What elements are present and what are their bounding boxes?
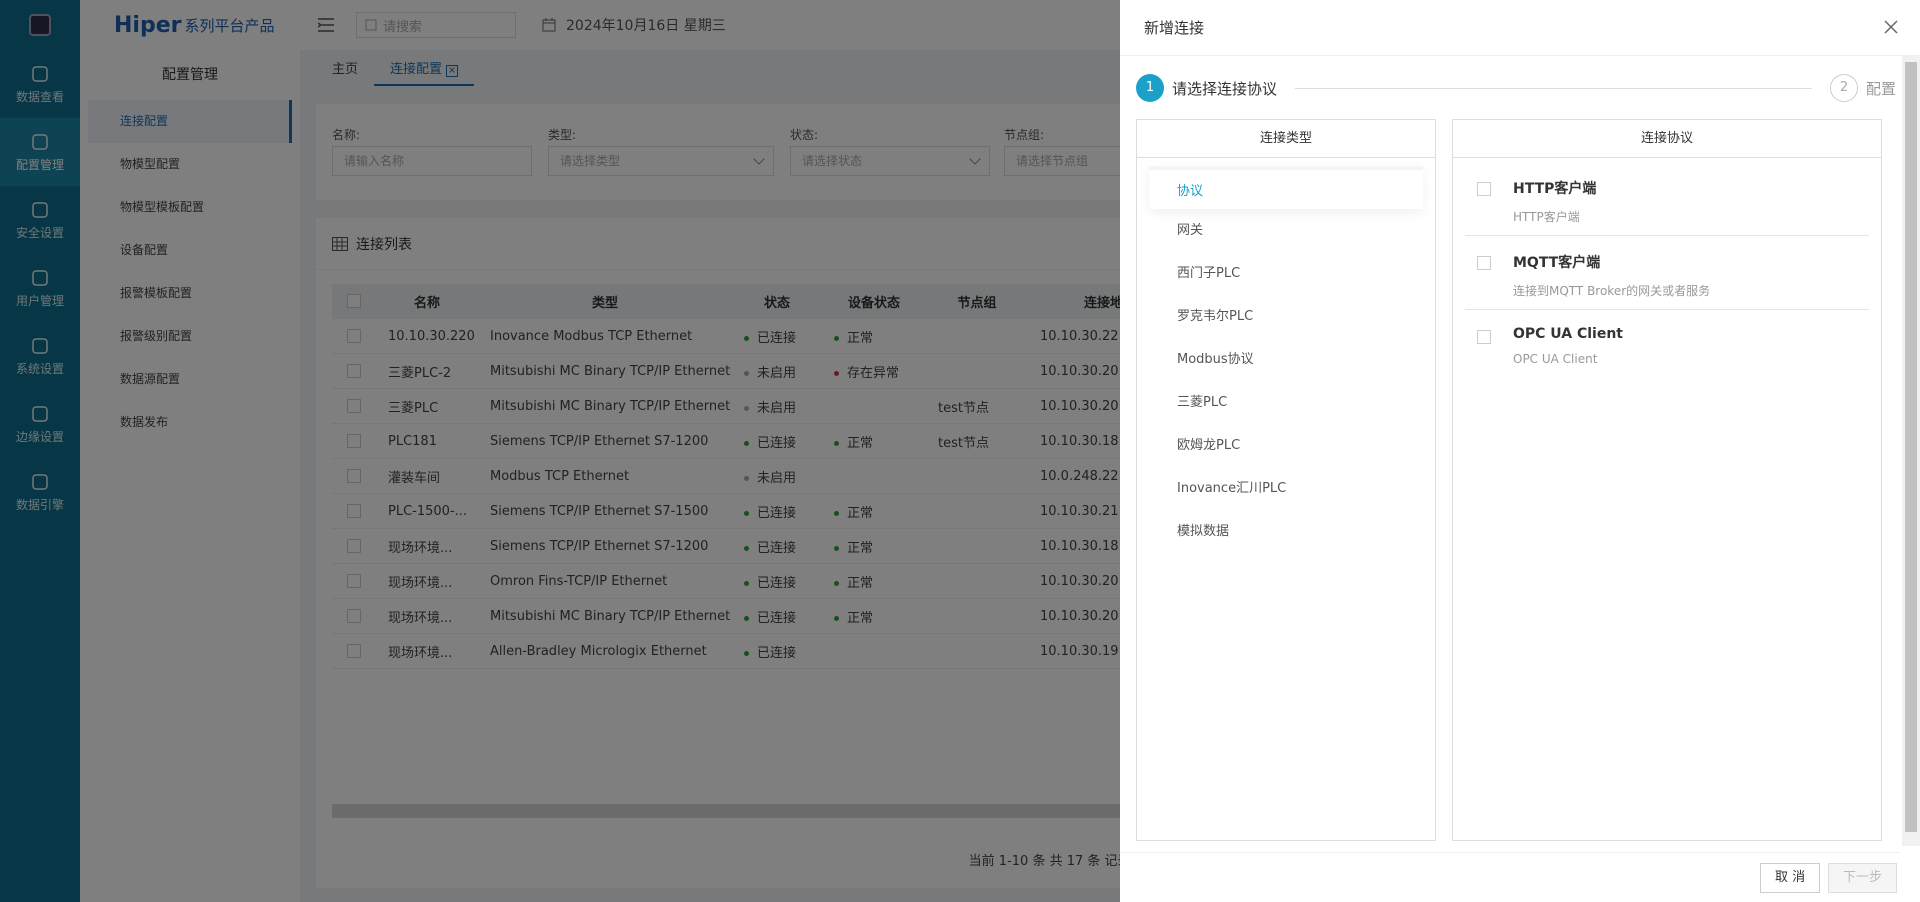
scrollbar-thumb[interactable]	[1905, 62, 1917, 832]
protocol-description: OPC UA Client	[1513, 352, 1598, 366]
step-2-circle: 2	[1829, 74, 1858, 102]
connection-type-item[interactable]: 罗克韦尔PLC	[1149, 295, 1423, 338]
connection-type-item[interactable]: 西门子PLC	[1149, 252, 1423, 295]
step-1-circle: 1	[1136, 74, 1164, 102]
connection-type-item[interactable]: 协议	[1149, 166, 1423, 209]
connection-type-title: 连接类型	[1137, 120, 1435, 158]
step-2-label: 配置	[1865, 79, 1896, 98]
connection-type-item[interactable]: 欧姆龙PLC	[1149, 424, 1423, 467]
connection-type-item[interactable]: 网关	[1149, 209, 1423, 252]
connection-type-item[interactable]: Modbus协议	[1149, 338, 1423, 381]
step-1-label: 请选择连接协议	[1172, 79, 1278, 98]
connection-type-item[interactable]: Inovance汇川PLC	[1149, 467, 1423, 510]
close-icon[interactable]	[1882, 18, 1900, 36]
connection-type-item[interactable]: 模拟数据	[1149, 510, 1423, 553]
drawer-footer: 取 消 下一步	[1120, 852, 1900, 902]
drawer-header: 新增连接	[1120, 0, 1920, 56]
connection-type-item[interactable]: 三菱PLC	[1149, 381, 1423, 424]
protocol-panel: 连接协议 HTTP客户端 HTTP客户端 MQTT客户端连接到MQTT Broker…	[1452, 119, 1882, 841]
step-indicator: 1 请选择连接协议 2 配置	[1136, 72, 1896, 104]
protocol-checkbox[interactable]	[1477, 330, 1491, 344]
protocol-option[interactable]: OPC UA Client OPC UA Client	[1465, 310, 1869, 376]
next-button[interactable]: 下一步	[1828, 863, 1898, 893]
protocol-checkbox[interactable]	[1477, 256, 1491, 270]
protocol-description: HTTP客户端	[1513, 210, 1580, 224]
connection-type-panel: 连接类型 协议 网关 西门子PLC 罗克韦尔PLC Modbus协议 三菱PLC 欧姆龙PL…	[1136, 119, 1436, 841]
protocol-name: MQTT客户端	[1513, 255, 1601, 271]
protocol-option[interactable]: MQTT客户端连接到MQTT Broker的网关或者服务	[1465, 236, 1869, 310]
protocol-option[interactable]: HTTP客户端 HTTP客户端	[1465, 162, 1869, 236]
modal-overlay[interactable]	[0, 0, 1120, 902]
cancel-button[interactable]: 取 消	[1760, 863, 1821, 893]
protocol-checkbox[interactable]	[1477, 182, 1491, 196]
protocol-panel-title: 连接协议	[1453, 120, 1881, 158]
drawer-title: 新增连接	[1144, 19, 1205, 37]
vertical-scrollbar[interactable]	[1902, 56, 1920, 846]
step-connector	[1295, 87, 1812, 89]
protocol-description: 连接到MQTT Broker的网关或者服务	[1513, 284, 1711, 298]
protocol-name: OPC UA Client	[1513, 326, 1623, 342]
new-connection-drawer: 新增连接 1 请选择连接协议 2 配置 连接类型 协议 网关 西门子PLC 罗克韦尔P…	[1120, 0, 1920, 902]
protocol-name: HTTP客户端	[1513, 181, 1597, 197]
